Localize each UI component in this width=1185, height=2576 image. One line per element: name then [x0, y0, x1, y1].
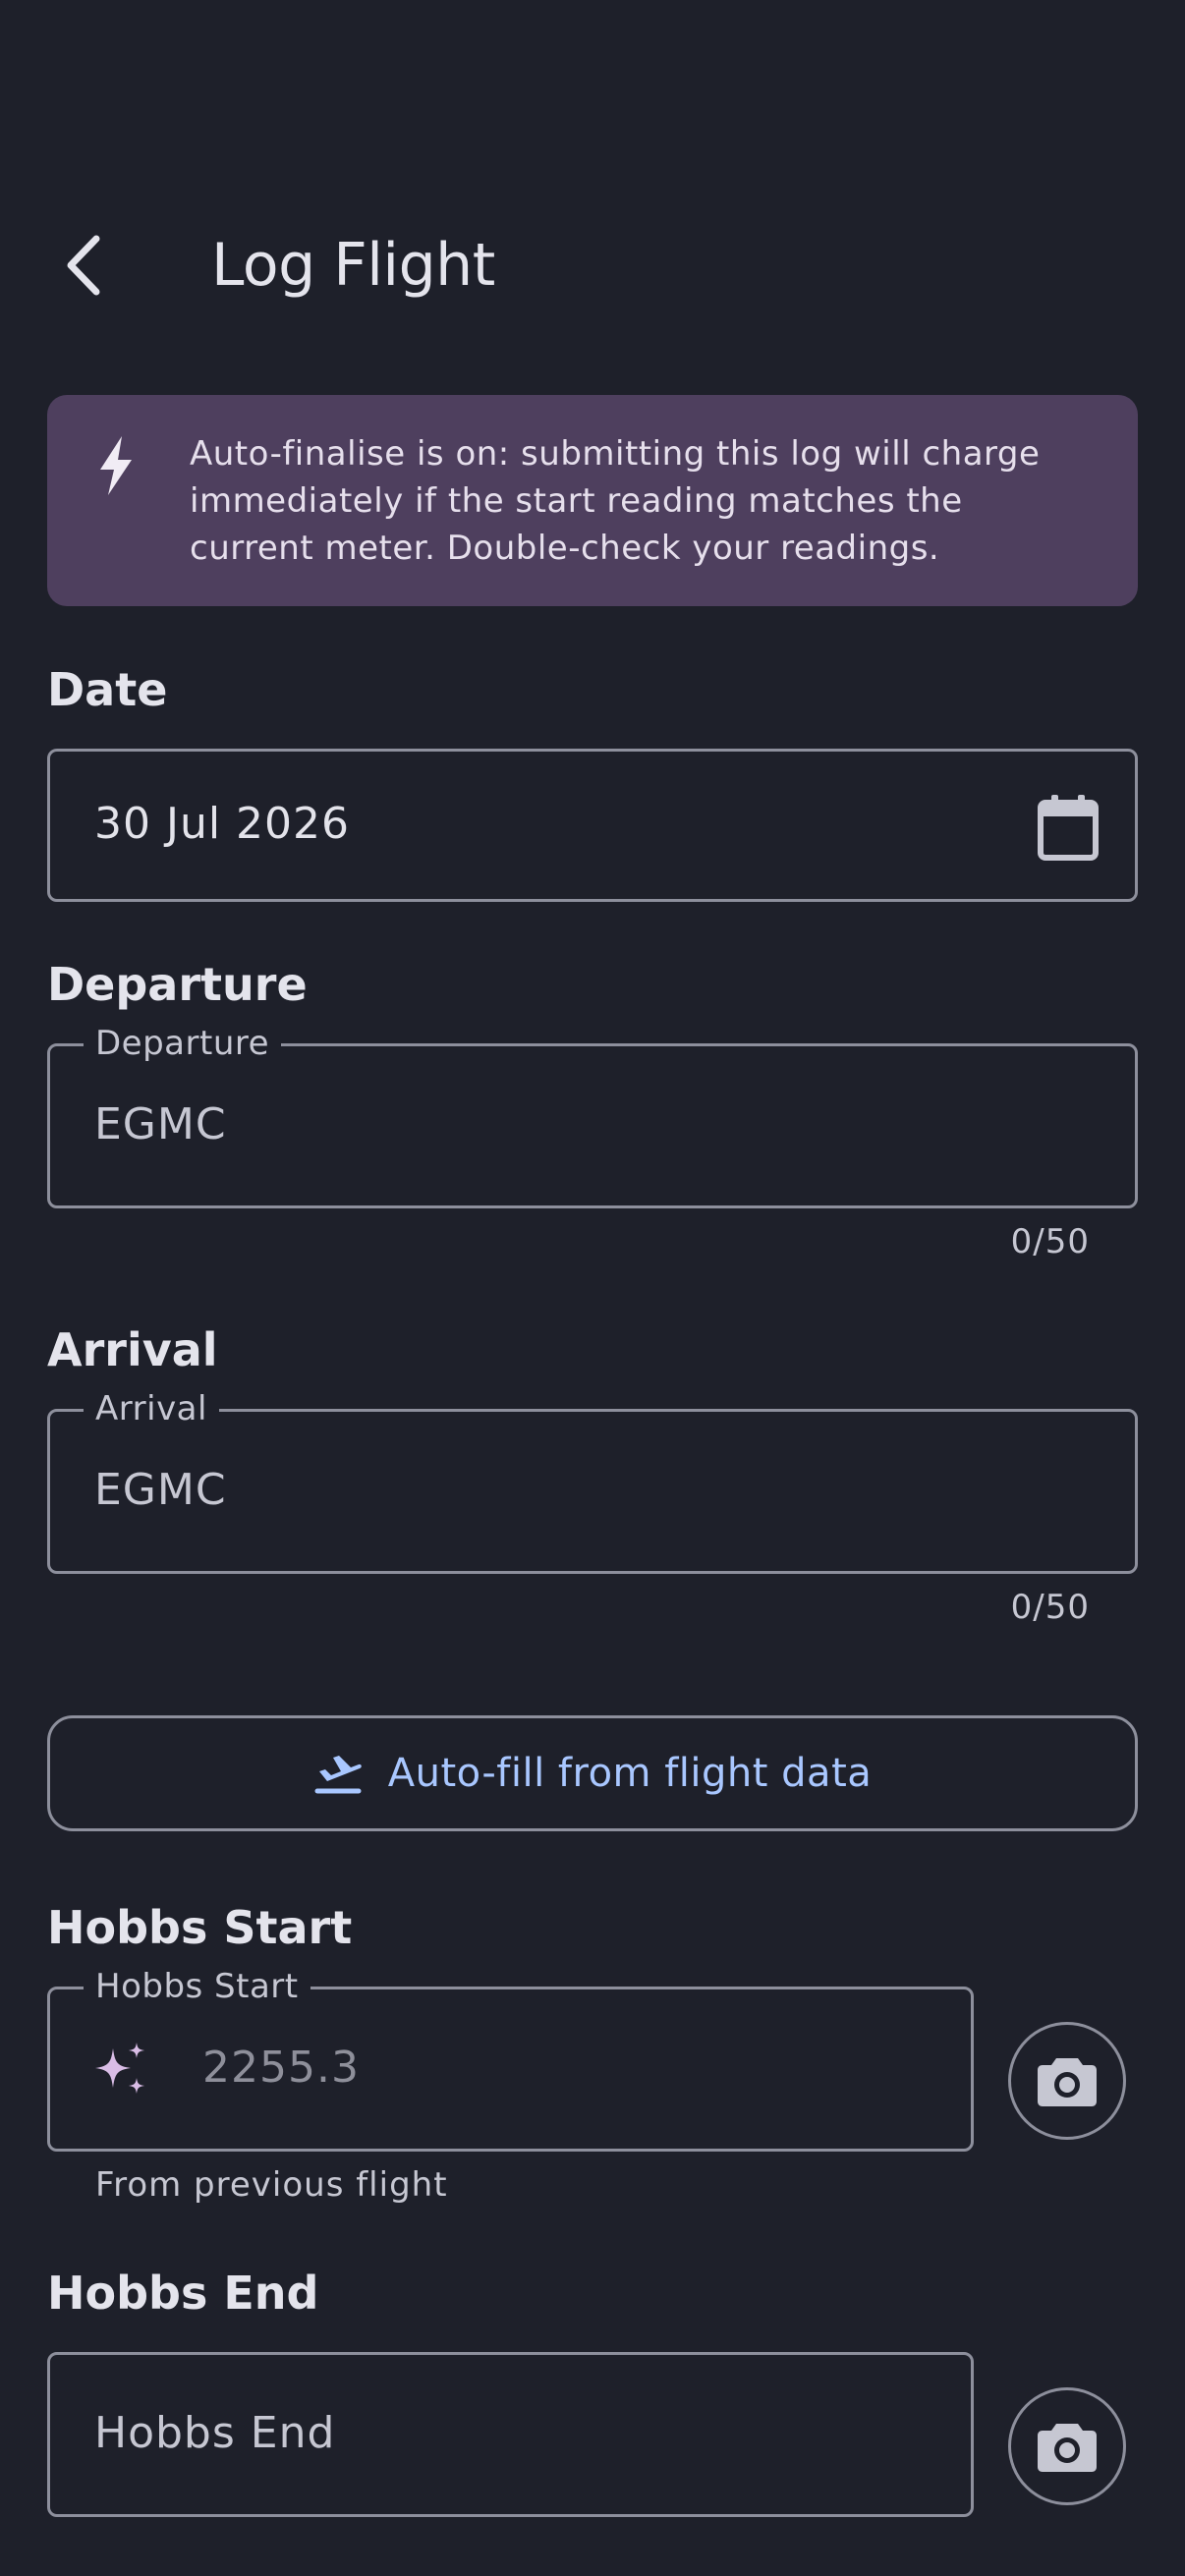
calendar-icon[interactable]	[1037, 793, 1100, 862]
hobbs-end-input[interactable]: Hobbs End	[47, 2352, 974, 2517]
departure-floating-label: Departure	[84, 1023, 282, 1064]
date-section-label: Date	[47, 663, 168, 716]
hobbs-end-camera-button[interactable]	[1008, 2387, 1126, 2505]
camera-icon	[1038, 2424, 1097, 2472]
departure-value: EGMC	[94, 1099, 227, 1149]
arrival-section-label: Arrival	[47, 1323, 218, 1376]
arrival-char-counter: 0/50	[1010, 1588, 1090, 1627]
departure-input[interactable]: Departure EGMC	[47, 1023, 1138, 1208]
page-title: Log Flight	[211, 231, 495, 300]
arrival-input[interactable]: Arrival EGMC	[47, 1388, 1138, 1574]
hobbs-start-floating-label: Hobbs Start	[84, 1966, 310, 2007]
banner-text: Auto-finalise is on: submitting this log…	[190, 434, 1041, 568]
hobbs-start-helper-text: From previous flight	[95, 2165, 448, 2205]
auto-fill-button[interactable]: Auto-fill from flight data	[47, 1715, 1138, 1831]
hobbs-start-section-label: Hobbs Start	[47, 1901, 353, 1954]
auto-finalise-banner: Auto-finalise is on: submitting this log…	[47, 395, 1138, 606]
arrow-back-icon	[67, 235, 100, 296]
sparkle-icon	[95, 2043, 144, 2094]
hobbs-start-camera-button[interactable]	[1008, 2022, 1126, 2140]
bolt-icon	[100, 436, 132, 495]
flight-takeoff-icon	[314, 1756, 362, 1794]
hobbs-end-placeholder: Hobbs End	[94, 2408, 336, 2458]
date-value: 30 Jul 2026	[94, 799, 351, 849]
camera-icon	[1038, 2058, 1097, 2106]
departure-char-counter: 0/50	[1010, 1222, 1090, 1261]
auto-fill-label: Auto-fill from flight data	[387, 1751, 873, 1796]
departure-section-label: Departure	[47, 958, 308, 1011]
back-button[interactable]	[39, 216, 128, 314]
arrival-floating-label: Arrival	[84, 1388, 219, 1429]
hobbs-start-input[interactable]: Hobbs Start 2255.3	[47, 1966, 974, 2152]
hobbs-start-value: 2255.3	[202, 2043, 360, 2093]
hobbs-end-section-label: Hobbs End	[47, 2267, 319, 2320]
date-field[interactable]: 30 Jul 2026	[47, 749, 1138, 902]
arrival-value: EGMC	[94, 1465, 227, 1515]
